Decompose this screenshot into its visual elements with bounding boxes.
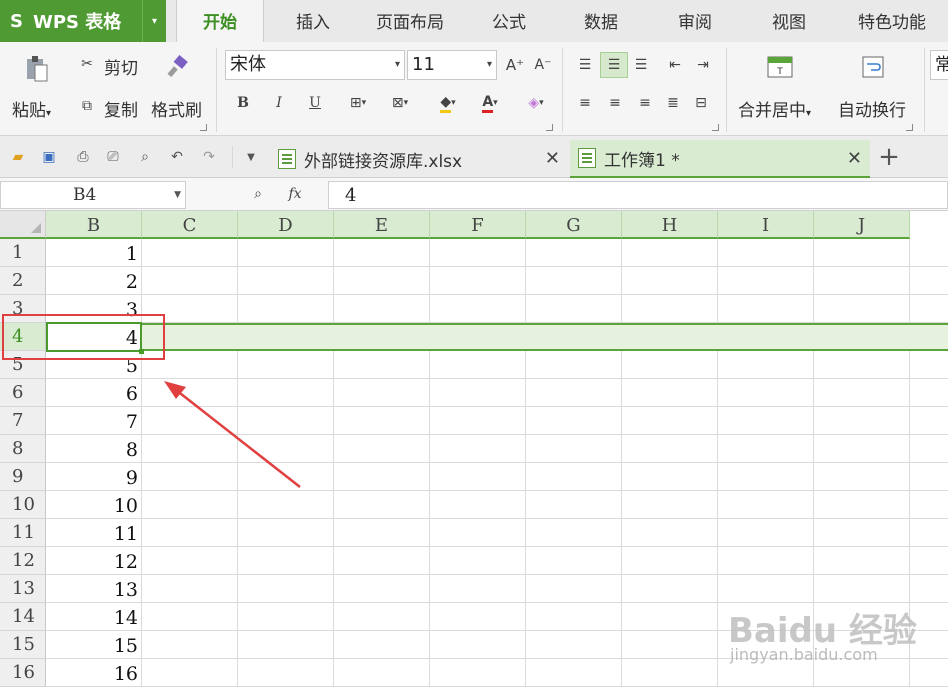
wrap-text-icon[interactable]: [860, 54, 886, 80]
align-middle-icon[interactable]: ☰: [600, 52, 628, 78]
divider: [232, 146, 233, 168]
chevron-down-icon[interactable]: ▼: [174, 182, 181, 208]
shrink-font-button[interactable]: A⁻: [532, 54, 554, 76]
tab-home[interactable]: 开始: [176, 0, 264, 42]
underline-button[interactable]: U: [304, 92, 326, 114]
paste-button[interactable]: 粘贴▾: [12, 96, 51, 121]
font-name-value: 宋体: [230, 54, 266, 75]
wrap-expand-icon[interactable]: [906, 124, 913, 131]
divider: [562, 48, 563, 132]
tab-insert[interactable]: 插入: [278, 0, 348, 42]
name-box[interactable]: B4 ▼: [0, 181, 186, 209]
watermark-url: jingyan.baidu.com: [730, 645, 878, 664]
print-icon[interactable]: ⎚: [104, 148, 122, 166]
document-tab-bar: ▰ ▣ ⎙ ⎚ ⌕ ↶ ↷ ▼ 外部链接资源库.xlsx ✕ 工作簿1 * ✕ …: [0, 136, 948, 178]
grow-font-button[interactable]: A⁺: [504, 54, 526, 76]
close-icon[interactable]: ✕: [847, 148, 862, 169]
align-bottom-icon[interactable]: ☰: [630, 54, 652, 76]
tab-review[interactable]: 审阅: [662, 0, 728, 42]
font-name-select[interactable]: 宋体 ▾: [225, 50, 405, 80]
tab-special[interactable]: 特色功能: [842, 0, 942, 42]
formula-bar: B4 ▼ ⌕ fx 4: [0, 178, 948, 211]
copy-button[interactable]: 复制: [104, 96, 138, 121]
chevron-down-icon: ▾: [394, 59, 400, 70]
fill-color-icon[interactable]: ◆ ▾: [428, 92, 468, 114]
ribbon: 粘贴▾ ✂ 剪切 ⧉ 复制 格式刷 宋体 ▾ 11 ▾ A⁺ A⁻ B I U ⊞ ▾…: [0, 42, 948, 136]
bold-button[interactable]: B: [232, 92, 254, 114]
cut-button[interactable]: 剪切: [104, 54, 138, 79]
merge-center-label: 合并居中: [738, 101, 806, 121]
borders-icon[interactable]: ⊞ ▾: [340, 92, 376, 114]
tab-formulas[interactable]: 公式: [476, 0, 542, 42]
spreadsheet-grid[interactable]: BCDEFGHIJ 1 2 3 4 5 6 7 8 9 10 11 12 13 14 15 16 123456…: [0, 211, 948, 687]
paste-icon[interactable]: [22, 54, 52, 84]
chevron-down-icon[interactable]: ▼: [242, 148, 260, 166]
justify-icon[interactable]: ≣: [662, 92, 684, 114]
increase-indent-icon[interactable]: ⇥: [692, 54, 714, 76]
spreadsheet-file-icon: [278, 149, 296, 169]
open-folder-icon[interactable]: ▰: [9, 148, 27, 166]
chevron-down-icon[interactable]: ▾: [142, 0, 166, 42]
name-box-value: B4: [73, 185, 97, 205]
scissors-icon[interactable]: ✂: [78, 54, 96, 74]
number-format-select[interactable]: 常: [930, 50, 948, 80]
tab-page-layout[interactable]: 页面布局: [362, 0, 458, 42]
tab-external-links-workbook[interactable]: 外部链接资源库.xlsx ✕: [270, 140, 568, 178]
app-name: WPS 表格: [32, 12, 122, 33]
alignment-expand-icon[interactable]: [712, 124, 719, 131]
zoom-lookup-icon[interactable]: ⌕: [248, 184, 268, 204]
divider: [216, 48, 217, 132]
merge-center-icon[interactable]: T: [766, 54, 794, 80]
clear-format-icon[interactable]: ◈ ▾: [518, 92, 554, 114]
italic-button[interactable]: I: [268, 92, 290, 114]
tab-data[interactable]: 数据: [568, 0, 634, 42]
tab-view[interactable]: 视图: [756, 0, 822, 42]
tab-workbook1[interactable]: 工作簿1 * ✕: [570, 140, 870, 178]
redo-icon[interactable]: ↷: [200, 148, 218, 166]
divider: [726, 48, 727, 132]
align-top-icon[interactable]: ☰: [574, 54, 596, 76]
copy-icon[interactable]: ⧉: [78, 96, 96, 116]
number-format-value: 常: [935, 55, 948, 75]
font-size-value: 11: [412, 54, 435, 75]
svg-text:T: T: [776, 67, 783, 77]
tab-label: 工作簿1 *: [604, 150, 680, 171]
align-right-icon[interactable]: ≡: [634, 92, 656, 114]
merge-center-button[interactable]: 合并居中▾: [738, 96, 811, 121]
wrap-text-button[interactable]: 自动换行: [838, 96, 906, 121]
brush-icon[interactable]: [166, 54, 190, 80]
font-color-icon[interactable]: A ▾: [472, 92, 508, 114]
fill-pattern-icon[interactable]: ⊠ ▾: [382, 92, 418, 114]
export-pdf-icon[interactable]: ⎙: [74, 148, 92, 166]
tab-label: 外部链接资源库.xlsx: [304, 151, 463, 172]
decrease-indent-icon[interactable]: ⇤: [664, 54, 686, 76]
divider: [924, 48, 925, 132]
chevron-down-icon: ▾: [486, 59, 492, 70]
align-center-icon[interactable]: ≡: [604, 92, 626, 114]
menu-bar: S WPS 表格 ▾ 开始 插入 页面布局 公式 数据 审阅 视图 特色功能: [0, 0, 948, 42]
align-left-icon[interactable]: ≡: [574, 92, 596, 114]
undo-icon[interactable]: ↶: [168, 148, 186, 166]
app-menu-button[interactable]: S WPS 表格 ▾: [0, 0, 166, 42]
font-expand-icon[interactable]: [546, 124, 553, 131]
print-preview-icon[interactable]: ⌕: [136, 148, 154, 166]
formula-input[interactable]: 4: [328, 181, 948, 209]
clipboard-expand-icon[interactable]: [200, 124, 207, 131]
format-painter-button[interactable]: 格式刷: [151, 96, 202, 121]
save-icon[interactable]: ▣: [40, 148, 58, 166]
font-size-select[interactable]: 11 ▾: [407, 50, 497, 80]
spreadsheet-file-icon: [578, 148, 596, 168]
function-icon[interactable]: fx: [284, 184, 306, 204]
distribute-icon[interactable]: ⊟: [690, 92, 712, 114]
add-tab-button[interactable]: +: [876, 142, 902, 172]
wps-logo-icon: S: [10, 10, 23, 32]
paste-label: 粘贴: [12, 101, 46, 121]
close-icon[interactable]: ✕: [545, 148, 560, 169]
